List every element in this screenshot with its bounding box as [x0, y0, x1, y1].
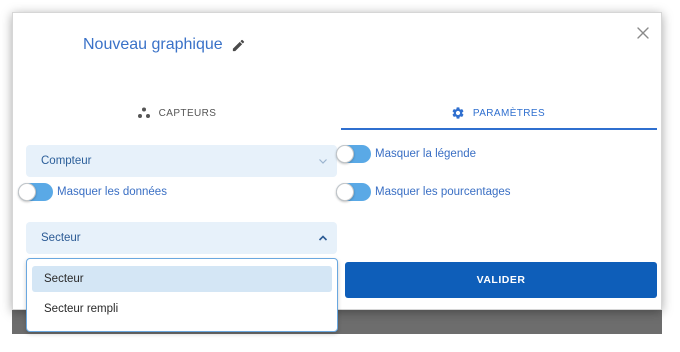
dialog-title: Nouveau graphique — [83, 36, 246, 54]
type-select[interactable]: Compteur — [26, 145, 337, 177]
hide-legend-label: Masquer la légende — [375, 148, 477, 160]
chart-type-select[interactable]: Secteur — [26, 222, 337, 254]
pencil-icon[interactable] — [231, 38, 246, 53]
type-select-value: Compteur — [41, 155, 92, 167]
tab-capteurs[interactable]: CAPTEURS — [13, 95, 340, 131]
chevron-up-icon — [318, 235, 328, 241]
hide-data-toggle[interactable]: Masquer les données — [18, 183, 167, 201]
hide-percent-label: Masquer les pourcentages — [375, 186, 511, 198]
hide-data-switch[interactable] — [18, 183, 53, 201]
stage: Nouveau graphique CAPTEURS PARAMÈTRES Co… — [0, 0, 680, 352]
new-chart-dialog: Nouveau graphique CAPTEURS PARAMÈTRES Co… — [12, 12, 662, 332]
chevron-down-icon — [319, 159, 327, 164]
menu-option-secteur-rempli[interactable]: Secteur rempli — [32, 296, 332, 322]
tab-capteurs-label: CAPTEURS — [158, 107, 217, 119]
close-icon[interactable] — [635, 25, 651, 41]
hide-legend-switch[interactable] — [336, 145, 371, 163]
tab-parametres-label: PARAMÈTRES — [472, 107, 546, 119]
hide-percent-switch[interactable] — [336, 183, 371, 201]
sensors-icon — [137, 107, 150, 118]
hide-data-label: Masquer les données — [57, 186, 167, 198]
hide-legend-toggle[interactable]: Masquer la légende — [336, 145, 476, 163]
tab-parametres[interactable]: PARAMÈTRES — [340, 95, 656, 131]
hide-percent-toggle[interactable]: Masquer les pourcentages — [336, 183, 511, 201]
menu-option-secteur[interactable]: Secteur — [32, 266, 332, 292]
chart-type-select-value: Secteur — [41, 232, 81, 244]
active-tab-indicator — [341, 128, 657, 130]
validate-button[interactable]: VALIDER — [345, 262, 657, 298]
gear-icon — [452, 107, 464, 119]
chart-type-menu: Secteur Secteur rempli — [26, 258, 338, 332]
dialog-title-text: Nouveau graphique — [83, 36, 223, 53]
